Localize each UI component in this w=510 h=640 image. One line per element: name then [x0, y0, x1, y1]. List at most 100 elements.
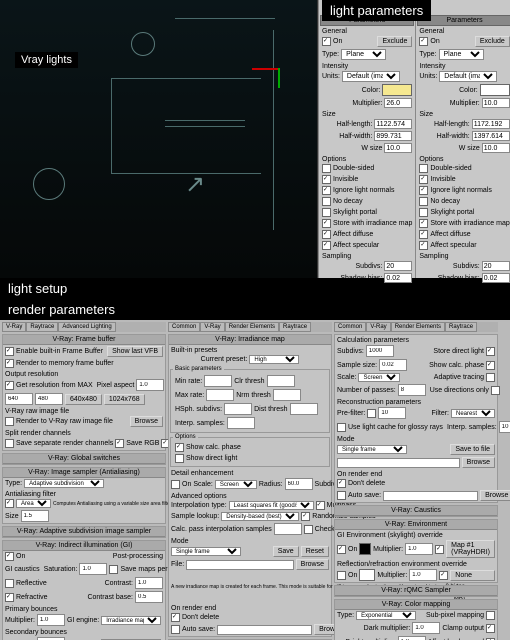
rollout-header[interactable]: V-Ray: Irradiance map: [169, 335, 331, 345]
color-swatch[interactable]: [480, 84, 510, 96]
aa-filter-select[interactable]: Area: [16, 499, 51, 508]
lc-np-input[interactable]: [398, 384, 426, 396]
preset-select[interactable]: High: [249, 355, 299, 364]
lc-sub-input[interactable]: [366, 345, 394, 357]
de-on-checkbox[interactable]: [171, 480, 180, 489]
wsize-input[interactable]: [482, 143, 510, 153]
reset-button[interactable]: Reset: [301, 546, 329, 557]
type-select[interactable]: Plane: [439, 49, 484, 60]
browse-button[interactable]: Browse: [296, 559, 329, 570]
ass-rollout[interactable]: V-Ray: Adaptive subdivision image sample…: [2, 526, 166, 538]
rollout-header[interactable]: V-Ray: Color mapping: [335, 600, 497, 610]
dbl-checkbox[interactable]: [322, 164, 331, 173]
sat-input[interactable]: [79, 563, 107, 575]
diff-checkbox[interactable]: [322, 230, 331, 239]
half-width-input[interactable]: [472, 131, 510, 141]
refl-checkbox[interactable]: [5, 579, 14, 588]
exclude-button[interactable]: Exclude: [377, 36, 412, 47]
dbl-checkbox[interactable]: [419, 164, 428, 173]
type-select[interactable]: Plane: [341, 49, 386, 60]
caustics-rollout[interactable]: V-Ray: Caustics: [334, 505, 498, 517]
rollout-header[interactable]: V-Ray: Environment: [335, 520, 497, 530]
subdivs-input[interactable]: [384, 261, 412, 271]
global-switches-rollout[interactable]: V-Ray: Global switches: [2, 453, 166, 465]
exclude-button[interactable]: Exclude: [475, 36, 510, 47]
mem-fb-checkbox[interactable]: [5, 359, 14, 368]
pf-input[interactable]: [378, 407, 406, 419]
spec-checkbox[interactable]: [419, 241, 428, 250]
lc-scale-select[interactable]: Screen: [358, 373, 400, 382]
save-button[interactable]: Save: [273, 546, 299, 557]
rre-map-button[interactable]: None: [450, 570, 495, 581]
half-length-input[interactable]: [374, 119, 412, 129]
rre-on-checkbox[interactable]: [337, 571, 346, 580]
file-input[interactable]: [186, 560, 293, 570]
aa-size-input[interactable]: [21, 510, 49, 522]
multiplier-input[interactable]: [482, 98, 510, 108]
tab[interactable]: Raytrace: [279, 322, 311, 332]
show-vfb-button[interactable]: Show last VFB: [107, 346, 163, 357]
wsize-input[interactable]: [384, 143, 412, 153]
h-input[interactable]: [35, 393, 63, 405]
save-file-button[interactable]: Save to file: [450, 444, 495, 455]
itype-select[interactable]: Least squares fit (good/smooth): [229, 501, 314, 510]
ign-checkbox[interactable]: [419, 186, 428, 195]
w-input[interactable]: [5, 393, 33, 405]
tab[interactable]: Advanced Lighting: [58, 322, 115, 332]
smp-checkbox[interactable]: [109, 565, 118, 574]
tab[interactable]: Render Elements: [225, 322, 279, 332]
half-width-input[interactable]: [374, 131, 412, 141]
sbias-input[interactable]: [482, 273, 510, 283]
viewport-3d[interactable]: Vray lights ↗: [0, 0, 318, 278]
slook-select[interactable]: Density-based (best): [221, 512, 299, 521]
tab[interactable]: Render Elements: [391, 322, 445, 332]
pa-input[interactable]: [136, 379, 164, 391]
cb-input[interactable]: [135, 591, 163, 603]
raw-checkbox[interactable]: [5, 417, 14, 426]
tab[interactable]: V-Ray: [366, 322, 390, 332]
im-mode-select[interactable]: Single frame: [171, 547, 241, 556]
getmax-checkbox[interactable]: [5, 381, 14, 390]
inv-checkbox[interactable]: [322, 175, 331, 184]
sbias-input[interactable]: [384, 273, 412, 283]
enable-fb-checkbox[interactable]: [5, 347, 14, 356]
env-mult-input[interactable]: [405, 543, 433, 555]
lc-mode-select[interactable]: Single frame: [337, 445, 407, 454]
store-checkbox[interactable]: [419, 219, 428, 228]
tab[interactable]: Common: [168, 322, 200, 332]
tab[interactable]: Common: [334, 322, 366, 332]
preset-button[interactable]: 1024x768: [104, 394, 145, 405]
gie-on-checkbox[interactable]: [337, 545, 346, 554]
units-select[interactable]: Default (image): [342, 71, 400, 82]
browse-button[interactable]: Browse: [130, 416, 163, 427]
dm-input[interactable]: [412, 622, 440, 634]
refr-checkbox[interactable]: [5, 593, 14, 602]
con-input[interactable]: [135, 577, 163, 589]
pb-engine-select[interactable]: Irradiance map: [101, 616, 161, 625]
param-rollout-header[interactable]: Parameters: [417, 15, 510, 26]
bm-input[interactable]: [398, 636, 426, 640]
rollout-header[interactable]: V-Ray: Frame buffer: [3, 335, 165, 345]
save-ch-checkbox[interactable]: [5, 439, 14, 448]
env-map-button[interactable]: Map #1 (VRayHDRI): [446, 540, 495, 558]
tab[interactable]: V-Ray: [200, 322, 224, 332]
rollout-header[interactable]: V-Ray: Image sampler (Antialiasing): [3, 468, 165, 478]
de-rad-input[interactable]: [285, 478, 313, 490]
dmc-rollout[interactable]: V-Ray: rQMC Sampler: [334, 585, 498, 597]
half-length-input[interactable]: [472, 119, 510, 129]
lc-file-input[interactable]: [337, 458, 460, 468]
tab[interactable]: Raytrace: [26, 322, 58, 332]
spec-checkbox[interactable]: [322, 241, 331, 250]
inv-checkbox[interactable]: [419, 175, 428, 184]
env-color[interactable]: [359, 543, 371, 555]
lc-ss-input[interactable]: [379, 359, 407, 371]
sky-checkbox[interactable]: [419, 208, 428, 217]
subdivs-input[interactable]: [482, 261, 510, 271]
on-checkbox[interactable]: [419, 37, 428, 46]
is-type-select[interactable]: Adaptive subdivision: [24, 479, 104, 488]
units-select[interactable]: Default (image): [439, 71, 497, 82]
ign-checkbox[interactable]: [322, 186, 331, 195]
store-checkbox[interactable]: [322, 219, 331, 228]
gi-on-checkbox[interactable]: [5, 552, 14, 561]
decay-checkbox[interactable]: [419, 197, 428, 206]
